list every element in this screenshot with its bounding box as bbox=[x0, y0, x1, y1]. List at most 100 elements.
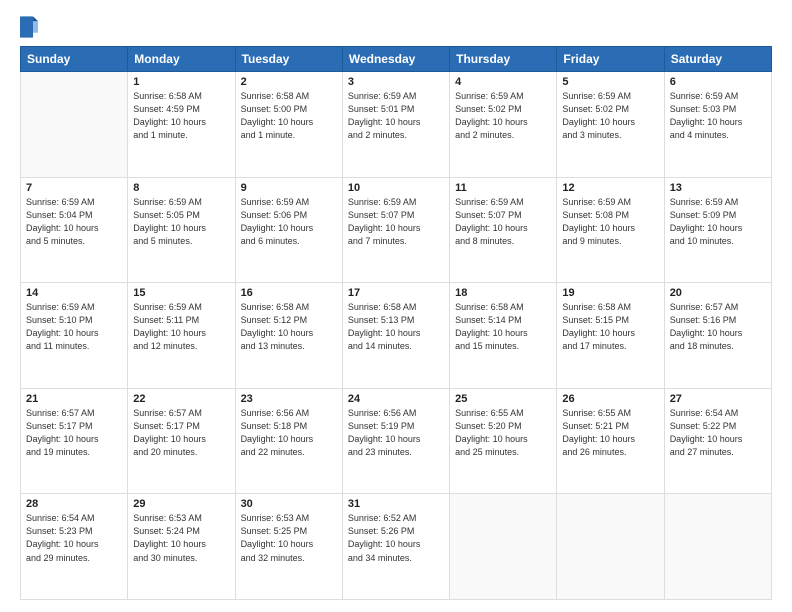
day-info: Sunrise: 6:59 AM Sunset: 5:04 PM Dayligh… bbox=[26, 196, 122, 248]
day-number: 15 bbox=[133, 287, 229, 299]
day-info: Sunrise: 6:58 AM Sunset: 5:12 PM Dayligh… bbox=[241, 301, 337, 353]
day-number: 25 bbox=[455, 393, 551, 405]
col-header-thursday: Thursday bbox=[450, 47, 557, 72]
calendar-cell: 31 Sunrise: 6:52 AM Sunset: 5:26 PM Dayli… bbox=[342, 494, 449, 600]
calendar-cell: 30Sunrise: 6:53 AM Sunset: 5:25 PM Dayli… bbox=[235, 494, 342, 600]
day-number: 24 bbox=[348, 393, 444, 405]
calendar-cell: 16Sunrise: 6:58 AM Sunset: 5:12 PM Dayli… bbox=[235, 283, 342, 389]
col-header-monday: Monday bbox=[128, 47, 235, 72]
calendar-cell: 25 Sunrise: 6:55 AM Sunset: 5:20 PM Dayli… bbox=[450, 388, 557, 494]
day-number: 4 bbox=[455, 76, 551, 88]
calendar-cell: 20Sunrise: 6:57 AM Sunset: 5:16 PM Dayli… bbox=[664, 283, 771, 389]
day-number: 3 bbox=[348, 76, 444, 88]
day-number: 12 bbox=[562, 182, 658, 194]
day-number: 30 bbox=[241, 498, 337, 510]
day-info: Sunrise: 6:59 AM Sunset: 5:08 PM Dayligh… bbox=[562, 196, 658, 248]
day-info: Sunrise: 6:58 AM Sunset: 5:00 PM Dayligh… bbox=[241, 90, 337, 142]
calendar-row: 14 Sunrise: 6:59 AM Sunset: 5:10 PM Dayli… bbox=[21, 283, 772, 389]
day-info: Sunrise: 6:59 AM Sunset: 5:02 PM Dayligh… bbox=[455, 90, 551, 142]
day-number: 26 bbox=[562, 393, 658, 405]
calendar-cell: 18 Sunrise: 6:58 AM Sunset: 5:14 PM Dayli… bbox=[450, 283, 557, 389]
calendar-cell: 19 Sunrise: 6:58 AM Sunset: 5:15 PM Dayli… bbox=[557, 283, 664, 389]
day-info: Sunrise: 6:59 AM Sunset: 5:01 PM Dayligh… bbox=[348, 90, 444, 142]
day-info: Sunrise: 6:59 AM Sunset: 5:07 PM Dayligh… bbox=[455, 196, 551, 248]
calendar-cell bbox=[21, 72, 128, 178]
calendar-cell: 10Sunrise: 6:59 AM Sunset: 5:07 PM Dayli… bbox=[342, 177, 449, 283]
col-header-saturday: Saturday bbox=[664, 47, 771, 72]
day-number: 1 bbox=[133, 76, 229, 88]
day-number: 5 bbox=[562, 76, 658, 88]
day-number: 27 bbox=[670, 393, 766, 405]
calendar-cell: 21Sunrise: 6:57 AM Sunset: 5:17 PM Dayli… bbox=[21, 388, 128, 494]
day-info: Sunrise: 6:59 AM Sunset: 5:02 PM Dayligh… bbox=[562, 90, 658, 142]
calendar-cell: 5 Sunrise: 6:59 AM Sunset: 5:02 PM Daylig… bbox=[557, 72, 664, 178]
day-info: Sunrise: 6:58 AM Sunset: 5:13 PM Dayligh… bbox=[348, 301, 444, 353]
col-header-wednesday: Wednesday bbox=[342, 47, 449, 72]
calendar-header-row: SundayMondayTuesdayWednesdayThursdayFrid… bbox=[21, 47, 772, 72]
calendar-cell: 2 Sunrise: 6:58 AM Sunset: 5:00 PM Daylig… bbox=[235, 72, 342, 178]
day-number: 28 bbox=[26, 498, 122, 510]
day-info: Sunrise: 6:57 AM Sunset: 5:17 PM Dayligh… bbox=[133, 407, 229, 459]
calendar-cell: 11Sunrise: 6:59 AM Sunset: 5:07 PM Dayli… bbox=[450, 177, 557, 283]
calendar-cell: 14 Sunrise: 6:59 AM Sunset: 5:10 PM Dayli… bbox=[21, 283, 128, 389]
day-info: Sunrise: 6:58 AM Sunset: 5:14 PM Dayligh… bbox=[455, 301, 551, 353]
day-number: 19 bbox=[562, 287, 658, 299]
calendar-cell: 29 Sunrise: 6:53 AM Sunset: 5:24 PM Dayli… bbox=[128, 494, 235, 600]
page: SundayMondayTuesdayWednesdayThursdayFrid… bbox=[0, 0, 792, 612]
day-number: 29 bbox=[133, 498, 229, 510]
day-info: Sunrise: 6:54 AM Sunset: 5:22 PM Dayligh… bbox=[670, 407, 766, 459]
day-number: 22 bbox=[133, 393, 229, 405]
day-number: 2 bbox=[241, 76, 337, 88]
calendar-cell: 22 Sunrise: 6:57 AM Sunset: 5:17 PM Dayli… bbox=[128, 388, 235, 494]
day-number: 23 bbox=[241, 393, 337, 405]
day-info: Sunrise: 6:59 AM Sunset: 5:05 PM Dayligh… bbox=[133, 196, 229, 248]
day-info: Sunrise: 6:58 AM Sunset: 5:15 PM Dayligh… bbox=[562, 301, 658, 353]
day-number: 7 bbox=[26, 182, 122, 194]
day-number: 13 bbox=[670, 182, 766, 194]
col-header-friday: Friday bbox=[557, 47, 664, 72]
calendar-cell bbox=[664, 494, 771, 600]
day-info: Sunrise: 6:57 AM Sunset: 5:17 PM Dayligh… bbox=[26, 407, 122, 459]
day-number: 31 bbox=[348, 498, 444, 510]
calendar-cell: 6 Sunrise: 6:59 AM Sunset: 5:03 PM Daylig… bbox=[664, 72, 771, 178]
calendar-row: 21Sunrise: 6:57 AM Sunset: 5:17 PM Dayli… bbox=[21, 388, 772, 494]
day-number: 18 bbox=[455, 287, 551, 299]
calendar-cell: 28 Sunrise: 6:54 AM Sunset: 5:23 PM Dayli… bbox=[21, 494, 128, 600]
calendar-row: 1 Sunrise: 6:58 AM Sunset: 4:59 PM Daylig… bbox=[21, 72, 772, 178]
day-info: Sunrise: 6:59 AM Sunset: 5:07 PM Dayligh… bbox=[348, 196, 444, 248]
day-info: Sunrise: 6:58 AM Sunset: 4:59 PM Dayligh… bbox=[133, 90, 229, 142]
calendar-cell: 7 Sunrise: 6:59 AM Sunset: 5:04 PM Daylig… bbox=[21, 177, 128, 283]
day-info: Sunrise: 6:55 AM Sunset: 5:20 PM Dayligh… bbox=[455, 407, 551, 459]
calendar-cell: 17 Sunrise: 6:58 AM Sunset: 5:13 PM Dayli… bbox=[342, 283, 449, 389]
day-info: Sunrise: 6:56 AM Sunset: 5:18 PM Dayligh… bbox=[241, 407, 337, 459]
day-info: Sunrise: 6:52 AM Sunset: 5:26 PM Dayligh… bbox=[348, 512, 444, 564]
logo bbox=[20, 16, 42, 38]
col-header-tuesday: Tuesday bbox=[235, 47, 342, 72]
day-info: Sunrise: 6:59 AM Sunset: 5:11 PM Dayligh… bbox=[133, 301, 229, 353]
calendar-cell: 1 Sunrise: 6:58 AM Sunset: 4:59 PM Daylig… bbox=[128, 72, 235, 178]
day-info: Sunrise: 6:54 AM Sunset: 5:23 PM Dayligh… bbox=[26, 512, 122, 564]
day-number: 9 bbox=[241, 182, 337, 194]
day-info: Sunrise: 6:53 AM Sunset: 5:24 PM Dayligh… bbox=[133, 512, 229, 564]
day-info: Sunrise: 6:56 AM Sunset: 5:19 PM Dayligh… bbox=[348, 407, 444, 459]
calendar-cell: 9Sunrise: 6:59 AM Sunset: 5:06 PM Daylig… bbox=[235, 177, 342, 283]
calendar-cell bbox=[557, 494, 664, 600]
logo-icon bbox=[20, 16, 38, 38]
calendar-cell bbox=[450, 494, 557, 600]
calendar-cell: 8 Sunrise: 6:59 AM Sunset: 5:05 PM Daylig… bbox=[128, 177, 235, 283]
day-number: 17 bbox=[348, 287, 444, 299]
day-number: 8 bbox=[133, 182, 229, 194]
day-number: 6 bbox=[670, 76, 766, 88]
day-info: Sunrise: 6:59 AM Sunset: 5:03 PM Dayligh… bbox=[670, 90, 766, 142]
calendar-cell: 24 Sunrise: 6:56 AM Sunset: 5:19 PM Dayli… bbox=[342, 388, 449, 494]
day-number: 14 bbox=[26, 287, 122, 299]
calendar-cell: 3 Sunrise: 6:59 AM Sunset: 5:01 PM Daylig… bbox=[342, 72, 449, 178]
calendar-cell: 4 Sunrise: 6:59 AM Sunset: 5:02 PM Daylig… bbox=[450, 72, 557, 178]
calendar-cell: 15 Sunrise: 6:59 AM Sunset: 5:11 PM Dayli… bbox=[128, 283, 235, 389]
calendar-row: 7 Sunrise: 6:59 AM Sunset: 5:04 PM Daylig… bbox=[21, 177, 772, 283]
day-info: Sunrise: 6:59 AM Sunset: 5:10 PM Dayligh… bbox=[26, 301, 122, 353]
calendar-cell: 27 Sunrise: 6:54 AM Sunset: 5:22 PM Dayli… bbox=[664, 388, 771, 494]
calendar-row: 28 Sunrise: 6:54 AM Sunset: 5:23 PM Dayli… bbox=[21, 494, 772, 600]
day-info: Sunrise: 6:55 AM Sunset: 5:21 PM Dayligh… bbox=[562, 407, 658, 459]
calendar-cell: 26 Sunrise: 6:55 AM Sunset: 5:21 PM Dayli… bbox=[557, 388, 664, 494]
